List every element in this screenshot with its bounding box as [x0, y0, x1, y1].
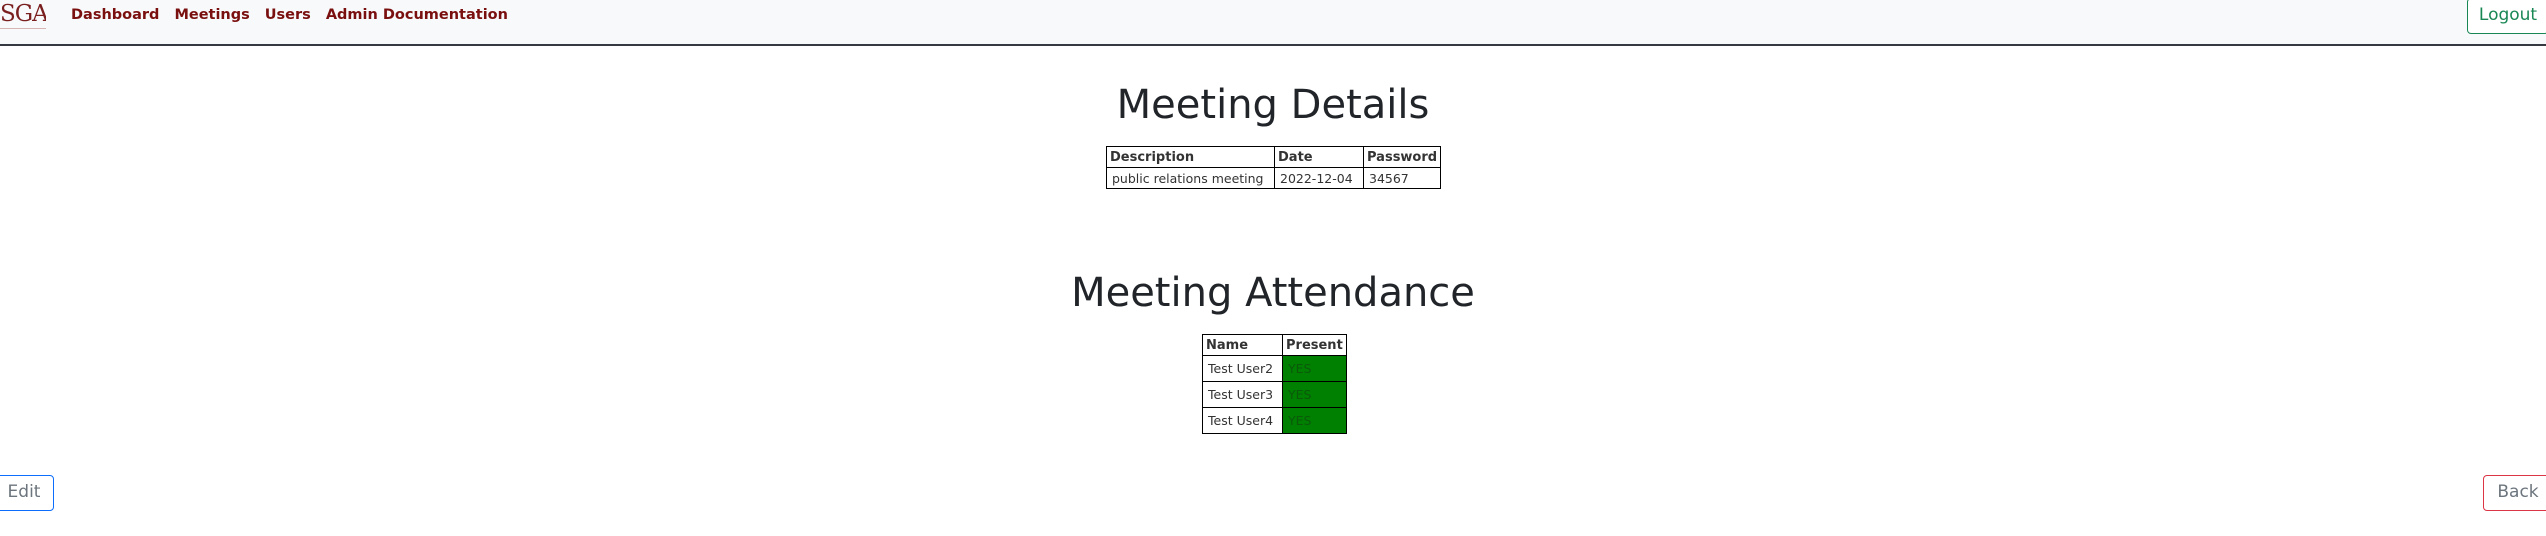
nav-link-admin-documentation[interactable]: Admin Documentation	[326, 7, 508, 23]
meeting-attendance-heading: Meeting Attendance	[1071, 270, 1475, 316]
nav-link-dashboard[interactable]: Dashboard	[71, 7, 159, 23]
meeting-date-cell: 2022-12-04	[1274, 167, 1364, 189]
nav-links: Dashboard Meetings Users Admin Documenta…	[71, 7, 508, 23]
column-header-present: Present	[1282, 334, 1347, 356]
meeting-description-cell: public relations meeting	[1106, 167, 1275, 189]
meeting-details-heading: Meeting Details	[1116, 82, 1430, 128]
attendee-name-cell: Test User4	[1202, 407, 1283, 434]
logout-button[interactable]: Logout	[2467, 0, 2546, 34]
table-row: public relations meeting 2022-12-04 3456…	[1106, 167, 1442, 189]
table-row: Test User4 YES	[1202, 407, 1347, 434]
column-header-password: Password	[1362, 146, 1442, 168]
table-row: Test User2 YES	[1202, 355, 1347, 382]
column-header-description: Description	[1106, 146, 1275, 168]
edit-button[interactable]: Edit	[0, 475, 54, 511]
table-header-row: Name Present	[1202, 334, 1347, 356]
meeting-details-table: Description Date Password public relatio…	[1106, 146, 1442, 189]
navbar: SGA Dashboard Meetings Users Admin Docum…	[0, 0, 2546, 46]
nav-link-users[interactable]: Users	[265, 7, 311, 23]
meeting-attendance-table: Name Present Test User2 YES Test User3 Y…	[1202, 334, 1347, 434]
meeting-password-cell: 34567	[1362, 167, 1442, 189]
attendee-present-cell: YES	[1282, 355, 1347, 382]
brand-logo[interactable]: SGA	[0, 0, 46, 29]
column-header-date: Date	[1274, 146, 1364, 168]
attendee-present-cell: YES	[1282, 407, 1347, 434]
back-button[interactable]: Back	[2483, 475, 2546, 511]
table-header-row: Description Date Password	[1106, 146, 1442, 168]
table-row: Test User3 YES	[1202, 381, 1347, 408]
attendee-present-cell: YES	[1282, 381, 1347, 408]
column-header-name: Name	[1202, 334, 1283, 356]
attendee-name-cell: Test User3	[1202, 381, 1283, 408]
attendee-name-cell: Test User2	[1202, 355, 1283, 382]
nav-link-meetings[interactable]: Meetings	[174, 7, 249, 23]
